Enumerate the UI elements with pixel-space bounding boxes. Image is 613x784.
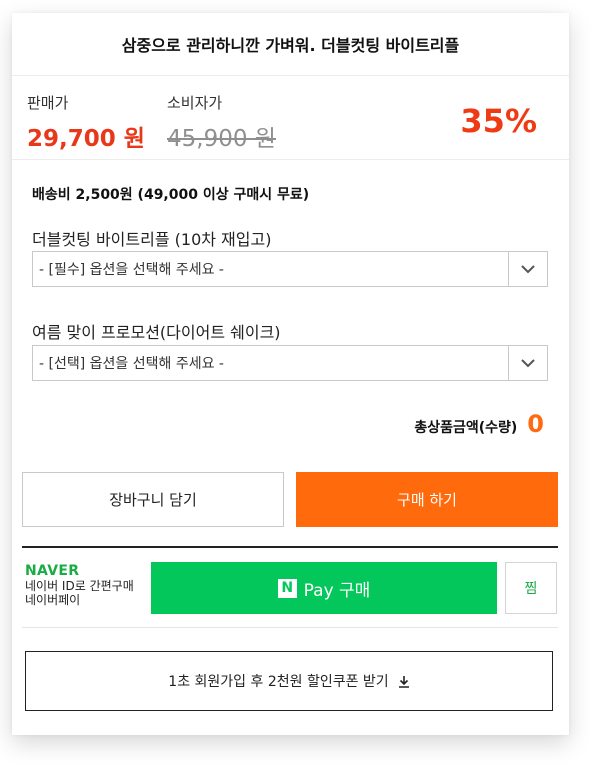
total-amount-count: 0 [527,410,544,438]
coupon-label: 1초 회원가입 후 2천원 할인쿠폰 받기 [168,674,389,690]
consumer-price-label: 소비자가 [167,94,223,112]
add-to-cart-button[interactable]: 장바구니 담기 [22,472,284,527]
product-title: 삼중으로 관리하니깐 가벼워. 더블컷팅 바이트리플 [12,13,569,76]
divider-line [22,627,558,628]
download-icon [398,675,410,688]
total-amount-label: 총상품금액(수량) [414,420,518,436]
naver-pay-info: NAVER 네이버 ID로 간편구매 네이버페이 [25,563,150,607]
discount-rate: 35% [460,102,537,140]
naver-n-icon: N [277,578,297,598]
option-select-value: - [선택] 옵션을 선택해 주세요 - [39,356,224,372]
option-select-value: - [필수] 옵션을 선택해 주세요 - [39,262,224,278]
naver-pay-description: 네이버 ID로 간편구매 [25,579,134,593]
shipping-info: 배송비 2,500원 (49,000 이상 구매시 무료) [32,187,310,203]
sale-price-value: 29,700 원 [27,126,145,152]
naver-pay-label: Pay 구매 [303,580,371,601]
total-amount: 총상품금액(수량) 0 [414,410,544,438]
coupon-signup-button[interactable]: 1초 회원가입 후 2천원 할인쿠폰 받기 [25,651,553,711]
sale-price-label: 판매가 [27,94,69,112]
naver-logo: NAVER [25,563,80,579]
naver-pay-name: 네이버페이 [25,593,81,607]
sale-price: 판매가 29,700 원 [27,92,145,153]
product-purchase-panel: 삼중으로 관리하니깐 가벼워. 더블컷팅 바이트리플 판매가 29,700 원 … [12,13,569,735]
buy-now-button[interactable]: 구매 하기 [296,472,558,527]
option-select-optional[interactable]: - [선택] 옵션을 선택해 주세요 - [32,345,548,381]
naver-pay-button[interactable]: N Pay 구매 [151,562,497,614]
chevron-down-icon[interactable] [508,252,547,286]
wishlist-button[interactable]: 찜 [505,562,557,614]
option-label-promotion: 여름 맞이 프로모션(다이어트 쉐이크) [32,323,281,342]
chevron-down-icon[interactable] [508,346,547,380]
section-divider [22,546,558,548]
consumer-price-value: 45,900 원 [167,126,276,152]
consumer-price: 소비자가 45,900 원 [167,92,276,153]
price-block: 판매가 29,700 원 소비자가 45,900 원 35% [12,76,569,160]
option-label-product: 더블컷팅 바이트리플 (10차 재입고) [32,230,272,249]
option-select-required[interactable]: - [필수] 옵션을 선택해 주세요 - [32,251,548,287]
